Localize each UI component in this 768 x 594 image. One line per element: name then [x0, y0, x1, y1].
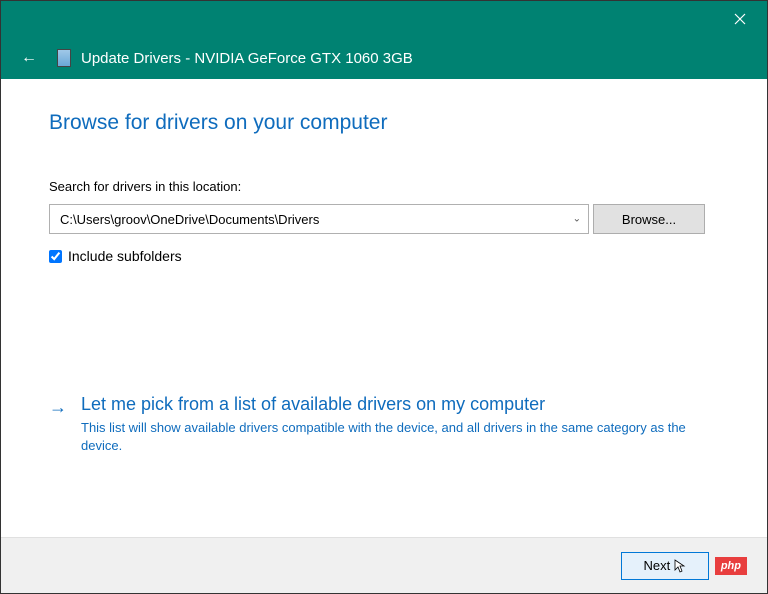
content-area: Browse for drivers on your computer Sear…: [1, 79, 767, 454]
close-button[interactable]: [717, 1, 763, 37]
back-button[interactable]: ←: [21, 49, 37, 67]
include-subfolders-checkbox[interactable]: [49, 250, 62, 263]
php-watermark: php: [715, 557, 747, 575]
pick-option-title: Let me pick from a list of available dri…: [81, 394, 699, 415]
pick-option-description: This list will show available drivers co…: [81, 419, 699, 454]
titlebar: [1, 1, 767, 37]
close-icon: [734, 13, 746, 25]
window-title: Update Drivers - NVIDIA GeForce GTX 1060…: [81, 50, 413, 67]
browse-button[interactable]: Browse...: [593, 204, 705, 234]
pick-option-text: Let me pick from a list of available dri…: [81, 394, 699, 454]
button-bar: Next php: [1, 537, 767, 593]
cursor-icon: [674, 559, 686, 573]
header-bar: ← Update Drivers - NVIDIA GeForce GTX 10…: [1, 37, 767, 79]
include-subfolders-label: Include subfolders: [68, 248, 182, 264]
device-icon: [57, 49, 71, 67]
arrow-right-icon: →: [49, 394, 67, 454]
page-heading: Browse for drivers on your computer: [49, 111, 719, 135]
next-button-label: Next: [643, 558, 670, 573]
pick-from-list-option[interactable]: → Let me pick from a list of available d…: [49, 394, 719, 454]
path-input[interactable]: [49, 204, 589, 234]
next-button[interactable]: Next: [621, 552, 709, 580]
search-location-label: Search for drivers in this location:: [49, 179, 719, 194]
path-row: ⌄ Browse...: [49, 204, 719, 234]
include-subfolders-row[interactable]: Include subfolders: [49, 248, 719, 264]
path-combobox[interactable]: ⌄: [49, 204, 589, 234]
